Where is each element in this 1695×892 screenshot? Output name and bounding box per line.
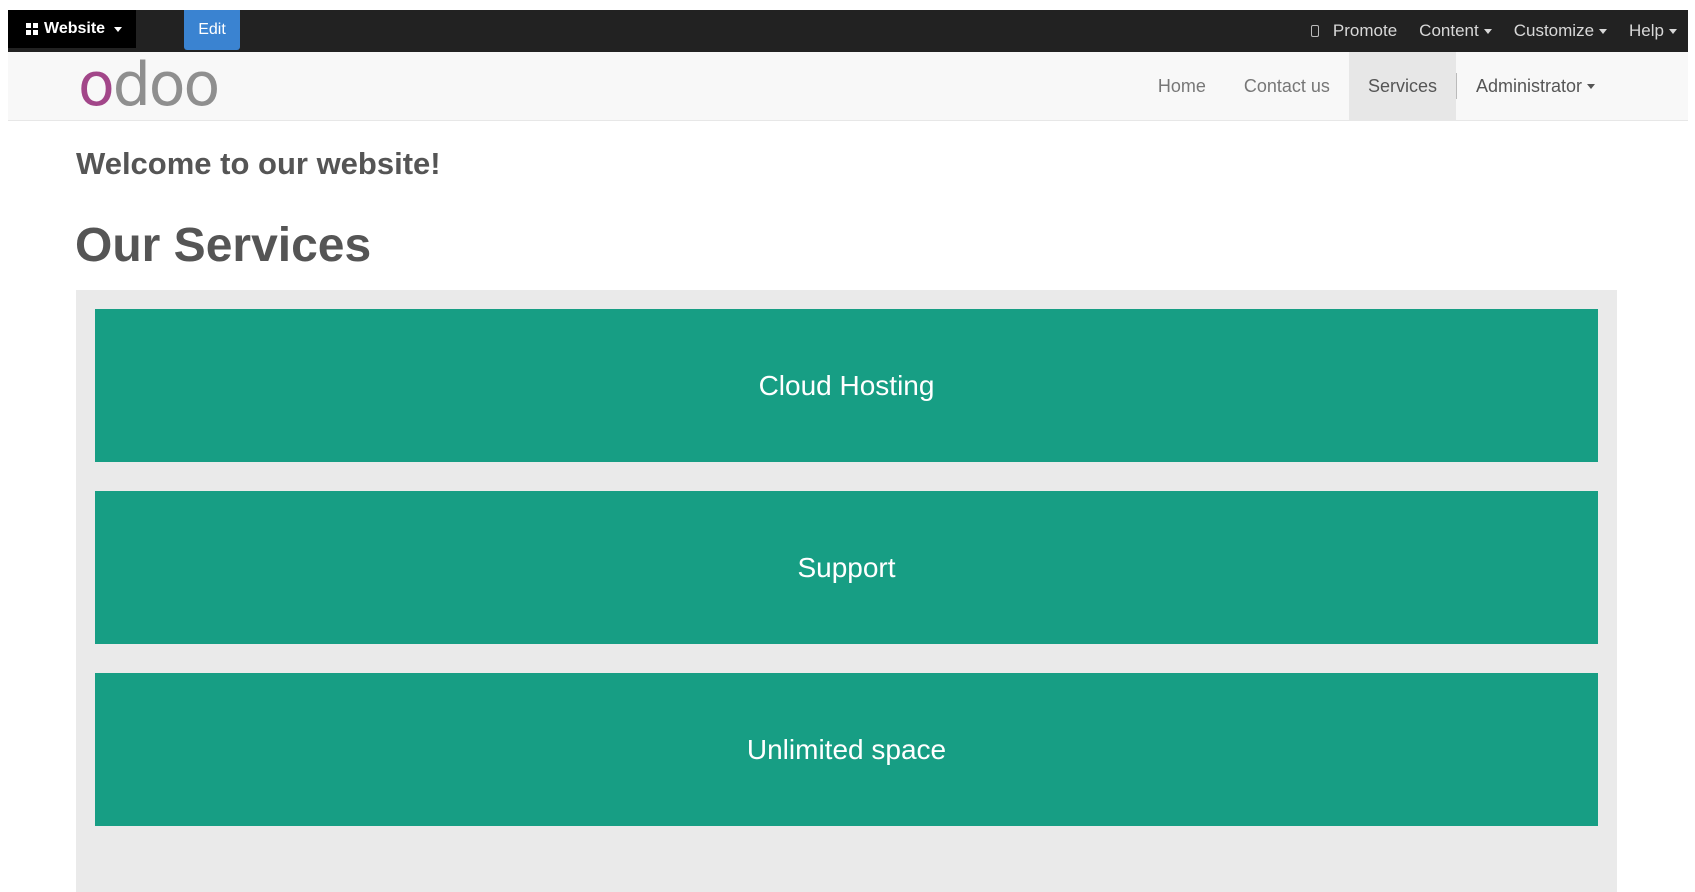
- mobile-icon[interactable]: [1310, 25, 1319, 37]
- services-section: Cloud Hosting Support Unlimited space: [76, 290, 1617, 892]
- browser-page: Website Edit Promote Content Customize H…: [8, 10, 1688, 892]
- nav-administrator-menu[interactable]: Administrator: [1457, 52, 1614, 120]
- caret-down-icon: [114, 26, 123, 32]
- edit-button[interactable]: Edit: [184, 10, 240, 50]
- help-menu-label: Help: [1629, 21, 1664, 40]
- grid-icon: [26, 23, 38, 35]
- customize-menu-label: Customize: [1513, 21, 1595, 40]
- promote-label: Promote: [1332, 21, 1398, 40]
- logo-accent-letter: o: [78, 50, 115, 120]
- caret-down-icon: [1483, 28, 1492, 34]
- service-card-cloud-hosting[interactable]: Cloud Hosting: [95, 309, 1598, 462]
- service-card-support[interactable]: Support: [95, 491, 1598, 644]
- service-card-unlimited-space[interactable]: Unlimited space: [95, 673, 1598, 826]
- admin-toolbar-right: Promote Content Customize Help: [1300, 10, 1688, 52]
- website-menu-button[interactable]: Website: [8, 10, 137, 48]
- customize-menu[interactable]: Customize: [1503, 10, 1618, 52]
- admin-toolbar: Website Edit Promote Content Customize H…: [8, 10, 1688, 52]
- promote-button[interactable]: Promote: [1300, 10, 1408, 52]
- caret-down-icon: [1599, 28, 1608, 34]
- website-menu-label: Website: [44, 20, 106, 37]
- caret-down-icon: [1669, 28, 1677, 34]
- welcome-heading: Welcome to our website!: [76, 146, 441, 181]
- content-menu-label: Content: [1419, 21, 1479, 40]
- caret-down-icon: [1587, 83, 1595, 89]
- logo-rest: doo: [112, 50, 221, 120]
- site-navbar: odoo Home Contact us Services Administra…: [8, 52, 1688, 121]
- help-menu[interactable]: Help: [1618, 10, 1688, 52]
- nav-home[interactable]: Home: [1139, 52, 1225, 120]
- administrator-label: Administrator: [1475, 75, 1582, 96]
- nav-services[interactable]: Services: [1348, 52, 1456, 120]
- nav-contact-us[interactable]: Contact us: [1225, 52, 1349, 120]
- page-title: Our Services: [75, 219, 372, 272]
- main-menu: Home Contact us Services Administrator: [1139, 52, 1614, 120]
- odoo-logo[interactable]: odoo: [78, 54, 220, 116]
- content-menu[interactable]: Content: [1408, 10, 1503, 52]
